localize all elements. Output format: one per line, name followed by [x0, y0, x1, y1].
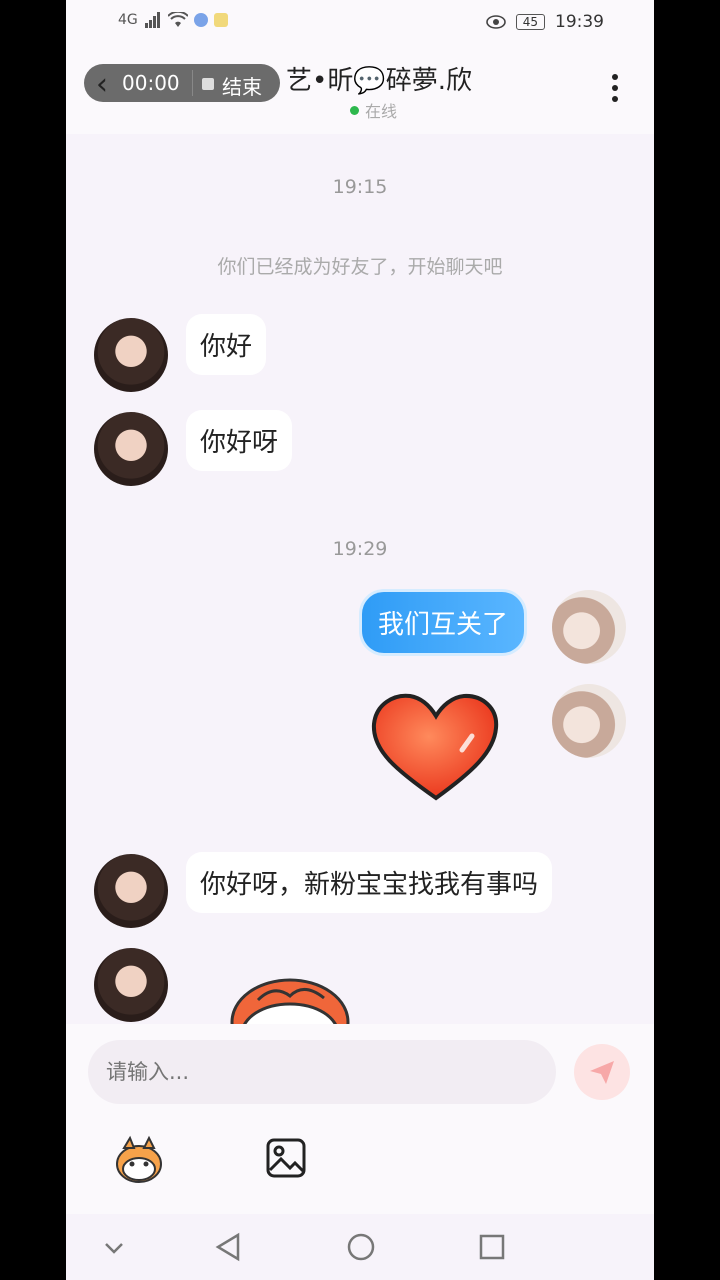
- timestamp: 19:29: [332, 538, 388, 560]
- heart-sticker-icon[interactable]: [366, 692, 506, 804]
- send-button[interactable]: [574, 1044, 630, 1100]
- contact-avatar[interactable]: [94, 412, 168, 486]
- cartoon-sticker[interactable]: [224, 970, 354, 1024]
- online-status: 在线: [350, 98, 397, 122]
- contact-avatar[interactable]: [94, 854, 168, 928]
- recording-divider: [192, 70, 193, 96]
- online-dot-icon: [350, 105, 359, 115]
- contact-avatar[interactable]: [94, 318, 168, 392]
- my-avatar[interactable]: [552, 590, 626, 664]
- battery-indicator: 45: [515, 14, 545, 30]
- signal-icon: [144, 12, 160, 28]
- wifi-icon: [167, 12, 188, 27]
- recording-timer: 00:00: [122, 71, 180, 95]
- network-label: 4G: [118, 12, 138, 28]
- app-notification-icon-2: [213, 13, 228, 27]
- back-arrow-icon[interactable]: ‹: [96, 70, 108, 100]
- timestamp: 19:15: [332, 176, 388, 198]
- online-status-label: 在线: [365, 102, 398, 121]
- stop-icon[interactable]: [202, 78, 214, 90]
- more-options-icon[interactable]: [612, 74, 620, 102]
- eye-icon: [485, 15, 506, 29]
- my-avatar[interactable]: [552, 684, 626, 758]
- composer: [66, 1024, 654, 1214]
- status-bar: 4G 45 19:39: [66, 0, 654, 46]
- system-message: 你们已经成为好友了，开始聊天吧: [217, 256, 503, 278]
- message-bubble-incoming[interactable]: 你好呀，新粉宝宝找我有事吗: [186, 852, 553, 913]
- home-nav-icon[interactable]: [346, 1232, 376, 1262]
- app-notification-icon: [193, 13, 208, 27]
- message-bubble-outgoing[interactable]: 我们互关了: [362, 592, 525, 653]
- end-recording-button[interactable]: 结束: [222, 71, 262, 100]
- back-nav-icon[interactable]: [214, 1232, 242, 1262]
- contact-avatar[interactable]: [94, 948, 168, 1022]
- collapse-chevron-icon[interactable]: [102, 1232, 126, 1262]
- status-right: 45 19:39: [485, 12, 604, 32]
- message-bubble-incoming[interactable]: 你好: [186, 314, 267, 375]
- emoji-sticker-icon[interactable]: [112, 1134, 166, 1184]
- chat-header: 00:00 结束 ‹ 艺•昕💬碎夢.欣 在线: [66, 46, 654, 134]
- status-left: 4G: [118, 12, 228, 28]
- recents-nav-icon[interactable]: [478, 1232, 506, 1262]
- chat-messages[interactable]: 19:15 你们已经成为好友了，开始聊天吧 你好 你好呀 19:29 我们互关了…: [66, 134, 654, 1024]
- contact-name: 艺•昕💬碎夢.欣: [286, 66, 472, 96]
- screen-recording-pill[interactable]: 00:00 结束: [84, 64, 280, 102]
- navigation-bar: [66, 1214, 654, 1280]
- phone-screen: 4G 45 19:39 00:00 结束 ‹ 艺•昕💬碎夢.欣 在线 19:15…: [66, 0, 654, 1280]
- send-icon: [590, 1061, 614, 1084]
- image-picker-icon[interactable]: [266, 1138, 306, 1178]
- clock: 19:39: [555, 12, 604, 32]
- message-bubble-incoming[interactable]: 你好呀: [186, 410, 293, 471]
- message-input[interactable]: [88, 1040, 556, 1104]
- cartoon-sticker-icon: [230, 978, 350, 1024]
